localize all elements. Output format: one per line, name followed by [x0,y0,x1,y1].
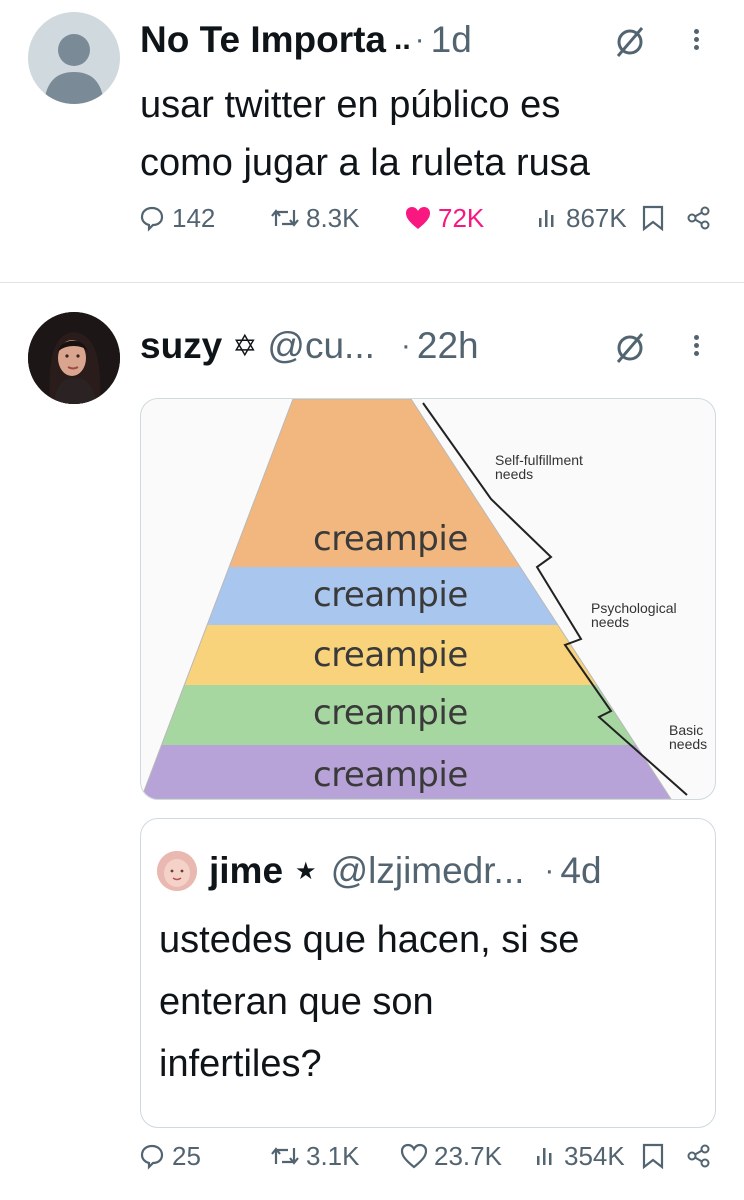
quote-text: ustedes que hacen, si se enteran que son… [159,909,579,1095]
display-name[interactable]: suzy [140,325,222,367]
views-button[interactable]: 867K [536,203,627,234]
tweet-text: usar twitter en público es como jugar a … [140,76,590,192]
separator: · [414,23,425,56]
default-avatar-icon [44,34,104,104]
timestamp[interactable]: 4d [560,850,601,892]
heart-icon [400,1143,428,1169]
quote-header: jime ★ @lzjimedr... · 4d [209,847,602,895]
reply-button[interactable]: 25 [138,1141,201,1172]
share-button[interactable] [686,1143,712,1169]
user-handle[interactable]: @cu... [267,325,374,367]
profile-photo-icon [28,312,120,404]
bookmark-button[interactable] [640,1142,666,1170]
retweet-icon [271,1147,299,1165]
tier-label: creampie [313,693,468,733]
like-button[interactable]: 23.7K [400,1141,502,1172]
grok-icon[interactable] [612,330,648,371]
tier-label: creampie [313,519,468,559]
share-icon [687,206,710,230]
grok-icon[interactable] [612,24,648,65]
quote-text-line: enteran que son [159,981,434,1023]
reply-count: 25 [172,1140,201,1171]
tweet-header: No Te Importa .. · 1d [140,16,472,64]
name-truncation: .. [394,23,411,56]
retweet-button[interactable]: 3.1K [270,1141,360,1172]
timestamp[interactable]: 22h [417,325,479,367]
basic-label: Basic needs [669,722,708,752]
heart-filled-icon [406,207,430,229]
views-icon [539,210,554,227]
reply-count: 142 [172,202,216,233]
more-options-icon[interactable] [694,332,699,359]
share-icon [687,1144,710,1168]
tier-label: creampie [313,755,468,795]
separator: · [544,854,555,887]
tweet-text-line: usar twitter en público es [140,84,561,126]
bookmark-icon [642,1143,664,1170]
self-fulfillment-label: Self-fulfillment needs [495,452,583,482]
retweet-icon [271,209,299,227]
user-handle[interactable]: @lzjimedr... [331,850,525,892]
tweet-text-line: como jugar a la ruleta rusa [140,142,590,184]
like-button[interactable]: 72K [404,203,484,234]
reply-button[interactable]: 142 [138,203,215,234]
avatar[interactable] [28,12,120,104]
psychological-label: Psychological needs [591,600,677,630]
share-button[interactable] [686,205,712,231]
reply-icon [140,206,164,232]
retweet-button[interactable]: 8.3K [270,203,360,234]
retweet-count: 3.1K [306,1140,360,1171]
quote-tweet[interactable]: jime ★ @lzjimedr... · 4d ustedes que hac… [140,818,716,1128]
views-icon [537,1148,552,1165]
bookmark-icon [642,205,664,232]
display-name[interactable]: jime [209,850,283,892]
timestamp[interactable]: 1d [431,19,472,61]
name-symbol: ✡ [232,328,258,364]
tweet-header: suzy ✡ @cu... · 22h [140,322,479,370]
more-options-icon[interactable] [694,26,699,53]
quote-text-line: infertiles? [159,1043,322,1085]
avatar[interactable] [157,851,197,891]
tweet-divider [0,282,744,283]
views-count: 867K [566,202,627,233]
name-symbol: ★ [295,857,317,885]
tier-label: creampie [313,635,468,675]
tier-label: creampie [313,575,468,615]
like-count: 72K [438,202,485,233]
display-name[interactable]: No Te Importa [140,19,386,61]
views-button[interactable]: 354K [534,1141,625,1172]
quote-text-line: ustedes que hacen, si se [159,919,580,961]
separator: · [400,329,411,362]
bookmark-button[interactable] [640,204,666,232]
like-count: 23.7K [434,1140,502,1171]
retweet-count: 8.3K [306,202,360,233]
avatar[interactable] [28,312,120,404]
profile-photo-icon [157,851,197,891]
reply-icon [140,1144,164,1170]
views-count: 354K [564,1140,625,1171]
media-image[interactable]: creampie creampie creampie creampie crea… [140,398,716,800]
